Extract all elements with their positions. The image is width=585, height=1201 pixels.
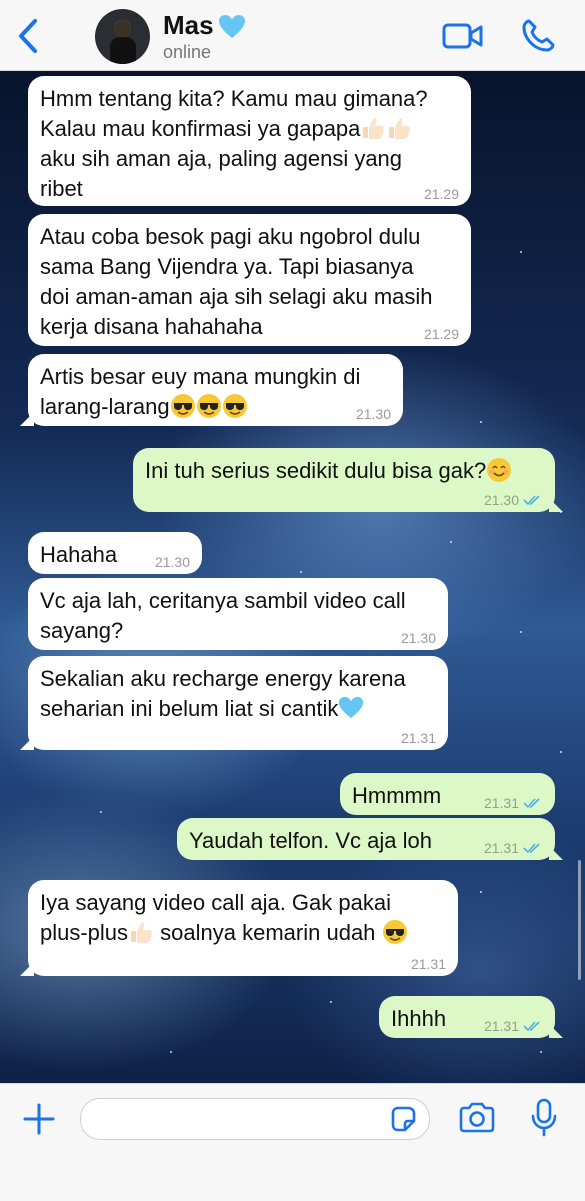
message-outgoing[interactable]: Ihhhh 21.31 <box>379 996 563 1038</box>
message-timestamp: 21.31 <box>400 730 436 746</box>
chat-header: Mas online <box>0 0 585 71</box>
scrollbar[interactable] <box>578 860 581 980</box>
message-incoming[interactable]: Sekalian aku recharge energy karena sehar… <box>20 656 448 750</box>
sunglasses-face-icon <box>170 394 195 418</box>
thumbs-up-icon <box>131 922 152 943</box>
message-timestamp: 21.30 <box>355 406 391 422</box>
message-incoming[interactable]: Artis besar euy mana mungkin di larang-la… <box>20 354 403 426</box>
message-text: Artis besar euy mana mungkin di larang-la… <box>40 364 361 419</box>
phone-icon <box>522 19 555 52</box>
attach-button[interactable] <box>22 1102 56 1136</box>
heart-icon <box>218 15 245 39</box>
message-timestamp: 21.30 <box>400 630 436 646</box>
back-button[interactable] <box>10 14 46 58</box>
double-check-icon <box>523 798 540 809</box>
message-incoming[interactable]: Vc aja lah, ceritanya sambil video call s… <box>28 578 448 650</box>
message-timestamp: 21.30 <box>484 492 543 508</box>
message-input[interactable] <box>80 1098 430 1140</box>
double-check-icon <box>523 1021 540 1032</box>
microphone-button[interactable] <box>530 1098 558 1138</box>
sunglasses-face-icon <box>382 920 407 944</box>
sunglasses-face-icon <box>222 394 247 418</box>
message-timestamp: 21.31 <box>484 840 543 856</box>
voice-call-button[interactable] <box>520 18 556 54</box>
message-timestamp: 21.29 <box>423 186 459 202</box>
camera-button[interactable] <box>458 1102 496 1134</box>
message-text: Atau coba besok pagi aku ngobrol dulu sam… <box>40 224 433 339</box>
double-check-icon <box>523 843 540 854</box>
smiling-face-icon <box>487 458 512 482</box>
video-camera-icon <box>442 23 483 49</box>
message-incoming[interactable]: Atau coba besok pagi aku ngobrol dulu sam… <box>28 214 471 346</box>
message-outgoing[interactable]: Yaudah telfon. Vc aja loh 21.31 <box>177 818 563 860</box>
sunglasses-face-icon <box>196 394 221 418</box>
message-incoming[interactable]: Hmm tentang kita? Kamu mau gimana? Kalau … <box>28 76 471 206</box>
contact-name[interactable]: Mas <box>163 10 246 41</box>
plus-icon <box>23 1103 55 1135</box>
double-check-icon <box>523 495 540 506</box>
thumbs-up-icon <box>389 118 411 139</box>
chevron-left-icon <box>19 19 37 53</box>
message-text: Iya sayang video call aja. Gak pakai plus… <box>40 888 446 948</box>
message-incoming[interactable]: Hahaha 21.30 <box>28 532 202 574</box>
contact-status: online <box>163 42 212 62</box>
light-blue-heart-icon <box>339 696 364 719</box>
sticker-icon <box>391 1106 416 1132</box>
composer-bar <box>0 1083 585 1201</box>
message-timestamp: 21.31 <box>484 1018 543 1034</box>
avatar[interactable] <box>95 9 150 64</box>
message-text: Ini tuh serius sedikit dulu bisa gak? <box>145 456 543 486</box>
message-outgoing[interactable]: Hmmmm 21.31 <box>340 773 555 815</box>
message-text: Hmm tentang kita? Kamu mau gimana? Kalau … <box>40 86 428 201</box>
camera-icon <box>459 1102 495 1133</box>
message-incoming[interactable]: Iya sayang video call aja. Gak pakai plus… <box>20 880 458 976</box>
video-call-button[interactable] <box>442 20 484 52</box>
message-timestamp: 21.30 <box>154 554 190 570</box>
message-text: Vc aja lah, ceritanya sambil video call s… <box>40 588 406 643</box>
sticker-button[interactable] <box>389 1105 417 1133</box>
message-timestamp: 21.29 <box>423 326 459 342</box>
microphone-icon <box>531 1098 557 1137</box>
message-timestamp: 21.31 <box>484 795 543 811</box>
message-timestamp: 21.31 <box>410 956 446 972</box>
message-text: Sekalian aku recharge energy karena sehar… <box>40 666 406 721</box>
thumbs-up-icon <box>363 118 385 139</box>
message-outgoing[interactable]: Ini tuh serius sedikit dulu bisa gak? 21… <box>133 448 563 512</box>
